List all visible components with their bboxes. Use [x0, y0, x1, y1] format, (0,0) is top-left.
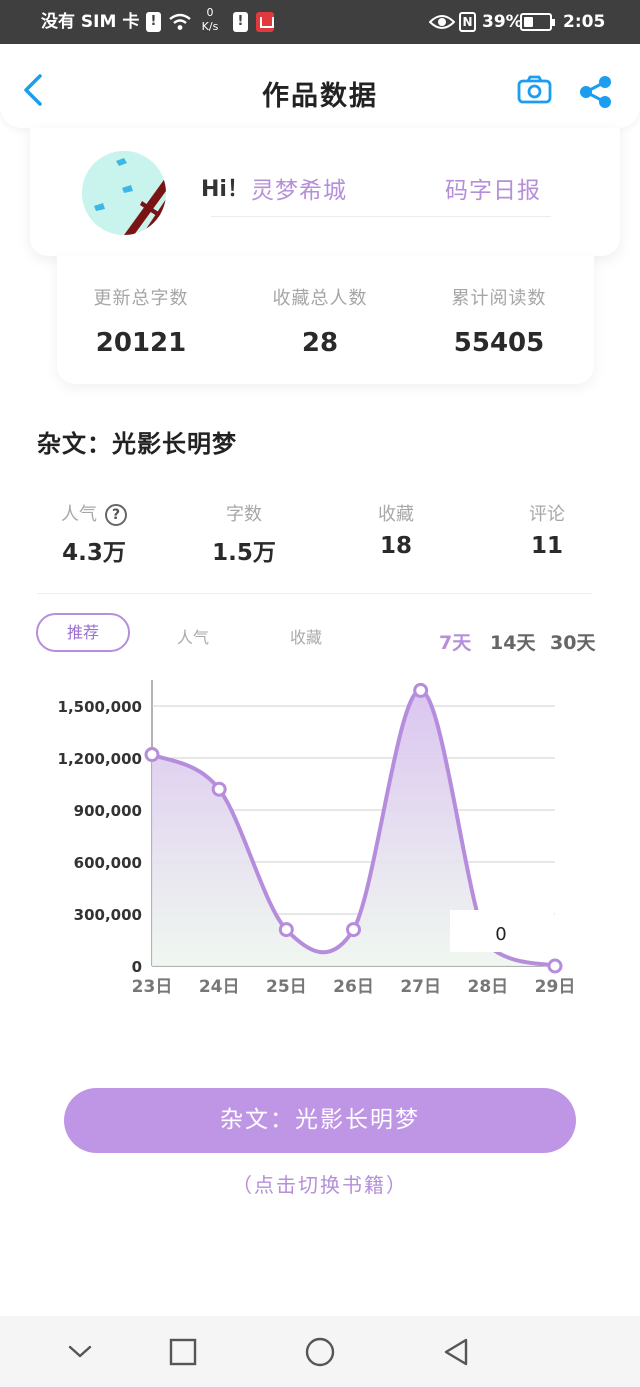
tab-popularity[interactable]: 人气: [177, 624, 209, 648]
trend-chart: 0 300,000 600,000 900,000 1,200,000 1,500,000…: [58, 680, 576, 997]
battery-alert-icon: !: [233, 12, 248, 32]
camera-icon[interactable]: [517, 75, 552, 105]
avatar-image: [82, 151, 166, 235]
data-point: [211, 781, 227, 797]
system-nav-bar: [0, 1316, 640, 1387]
wifi-icon: [169, 13, 191, 30]
x-tick-label: 28日: [467, 977, 508, 997]
stat-label: 累计阅读数: [451, 288, 547, 309]
stat-label: 更新总字数: [93, 288, 189, 309]
book-stat-comments: 评论 11: [477, 503, 617, 559]
range-7-days[interactable]: 7天: [439, 628, 471, 655]
avatar[interactable]: [82, 151, 166, 235]
stat-value: 4.3万: [62, 540, 126, 566]
x-tick-label: 29日: [535, 977, 576, 997]
speed-value: 0: [206, 6, 214, 19]
stat-total-favorites: 收藏总人数 28: [230, 284, 410, 358]
tooltip-value: 0: [495, 924, 506, 945]
stat-value: 28: [301, 328, 339, 358]
y-tick-label: 900,000: [74, 802, 142, 820]
tab-recommend[interactable]: 推荐: [36, 613, 130, 652]
chevron-down-icon[interactable]: [60, 1332, 100, 1372]
divider: [211, 216, 551, 217]
speed-unit: K/s: [201, 20, 219, 33]
nfc-icon: N: [459, 12, 476, 32]
x-tick-label: 23日: [132, 977, 173, 997]
stat-label: 收藏总人数: [272, 288, 368, 309]
share-icon[interactable]: [578, 74, 614, 110]
divider: [37, 593, 592, 594]
book-stat-popularity: 人气? 4.3万: [24, 503, 164, 567]
x-tick-label: 27日: [400, 977, 441, 997]
app-header: 作品数据: [0, 44, 640, 128]
range-30-days[interactable]: 30天: [550, 628, 595, 655]
stat-value: 20121: [95, 328, 187, 358]
y-tick-label: 0: [132, 958, 142, 976]
y-tick-label: 1,500,000: [58, 698, 142, 716]
stat-label: 字数: [226, 504, 262, 525]
help-icon[interactable]: ?: [105, 504, 127, 526]
network-speed: 0 K/s: [199, 6, 221, 34]
stat-value: 11: [530, 533, 563, 559]
notification-app-icon: [256, 12, 274, 32]
user-card: Hi！ 灵梦希城 码字日报: [30, 128, 620, 256]
data-point: [547, 958, 563, 974]
x-tick-label: 26日: [333, 977, 374, 997]
home-circle-icon[interactable]: [300, 1332, 340, 1372]
stat-value: 55405: [453, 328, 545, 358]
daily-report-link[interactable]: 码字日报: [445, 171, 541, 205]
book-title: 杂文：光影长明梦: [37, 430, 237, 458]
battery-percent: 39%: [482, 12, 523, 32]
y-tick-label: 1,200,000: [58, 750, 142, 768]
y-tick-label: 600,000: [74, 854, 142, 872]
stat-total-reads: 累计阅读数 55405: [409, 284, 589, 358]
summary-stats-card: 更新总字数 20121 收藏总人数 28 累计阅读数 55405: [57, 256, 594, 384]
carrier-text: 没有 SIM 卡: [41, 12, 140, 32]
book-stat-words: 字数 1.5万: [174, 503, 314, 567]
y-tick-label: 300,000: [74, 906, 142, 924]
data-point: [278, 922, 294, 938]
username: 灵梦希城: [251, 178, 347, 204]
x-tick-label: 24日: [199, 977, 240, 997]
stat-label: 收藏: [378, 504, 414, 525]
sim-alert-icon: !: [146, 12, 161, 32]
greeting: Hi！: [201, 177, 249, 202]
stat-total-words: 更新总字数 20121: [51, 284, 231, 358]
book-stat-favorites: 收藏 18: [326, 503, 466, 559]
data-point: [413, 682, 429, 698]
tab-favorites[interactable]: 收藏: [290, 624, 322, 648]
clock: 2:05: [563, 12, 606, 32]
x-tick-label: 25日: [266, 977, 307, 997]
battery-level: [524, 17, 533, 27]
recents-square-icon[interactable]: [163, 1332, 203, 1372]
battery-icon: [520, 13, 555, 31]
stat-value: 18: [379, 533, 412, 559]
data-point: [346, 922, 361, 938]
switch-book-hint[interactable]: （点击切换书籍）: [0, 1169, 640, 1198]
eye-icon: [429, 15, 455, 29]
back-triangle-icon[interactable]: [436, 1332, 476, 1372]
stat-value: 1.5万: [212, 540, 276, 566]
stat-label: 人气: [61, 504, 97, 525]
range-14-days[interactable]: 14天: [490, 628, 535, 655]
data-point: [144, 747, 160, 763]
stat-label: 评论: [529, 504, 565, 525]
switch-book-button[interactable]: 杂文：光影长明梦: [64, 1088, 576, 1153]
status-bar: 没有 SIM 卡 ! 0 K/s ! N 39% 2:05: [0, 0, 640, 44]
